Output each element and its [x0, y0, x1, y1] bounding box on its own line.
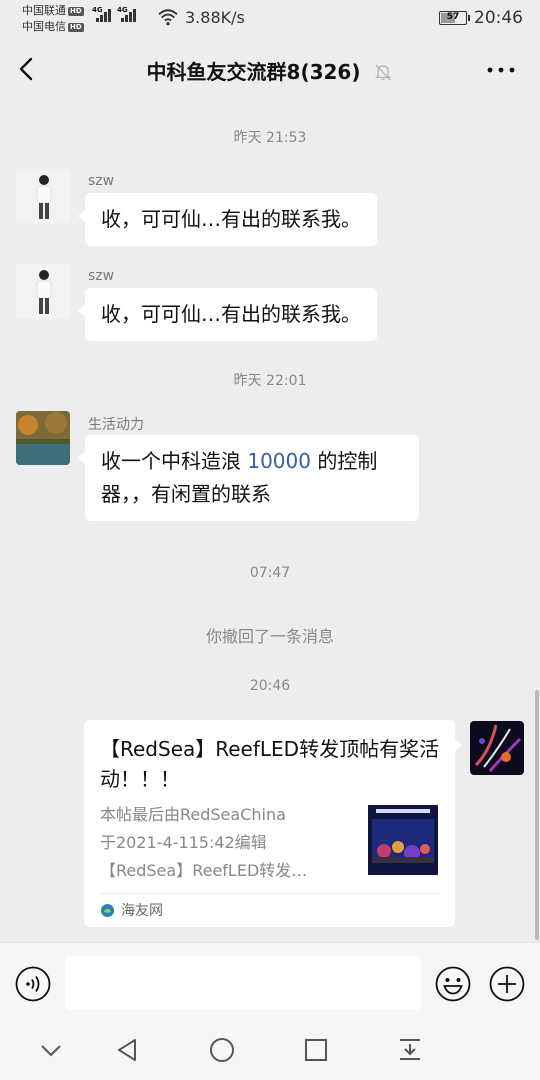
recents-square-icon[interactable]: [303, 1037, 329, 1063]
avatar[interactable]: [16, 411, 70, 465]
message-text-part-a: 收一个中科造浪: [101, 449, 248, 473]
link-card-description: 本帖最后由RedSeaChina 于2021-4-115:42编辑 【RedSe…: [100, 801, 350, 885]
network-type-1: 4G: [92, 6, 103, 14]
message-text: 收，可可仙…有出的联系我。: [101, 207, 361, 231]
message-bubble[interactable]: 收，可可仙…有出的联系我。: [78, 288, 377, 341]
carrier-1: 中国联通: [22, 4, 66, 17]
link-card-thumbnail: [368, 805, 438, 875]
link-card-source-name: 海友网: [121, 903, 163, 919]
network-speed: 3.88K/s: [185, 8, 245, 27]
divider: [100, 893, 441, 894]
back-triangle-icon[interactable]: [115, 1037, 141, 1063]
link-card-title: 【RedSea】ReefLED转发顶帖有奖活动！！！: [100, 737, 440, 791]
status-bar: 中国联通 HD 中国电信 HD 4G 4G 3.88K/s 57 20:46: [0, 0, 540, 38]
sender-name: szw: [88, 173, 115, 189]
message-bubble[interactable]: 收一个中科造浪 10000 的控制器，，有闲置的联系: [78, 435, 419, 521]
signal-1-icon: 4G: [92, 6, 111, 22]
plus-circle-icon[interactable]: [489, 966, 525, 1002]
message-list[interactable]: 昨天 21:53 szw 收，可可仙…有出的联系我。 szw 收，可可仙…有出的…: [0, 100, 540, 942]
more-dots-icon[interactable]: [486, 66, 516, 74]
chevron-down-icon[interactable]: [38, 1037, 64, 1063]
timestamp: 昨天 22:01: [233, 373, 307, 389]
input-bar: [0, 942, 540, 1027]
status-time: 20:46: [474, 8, 523, 28]
hd-badge: HD: [68, 6, 84, 16]
link-card-source: 海友网: [100, 900, 163, 920]
message-text: 收，可可仙…有出的联系我。: [101, 302, 361, 326]
notification-pull-icon[interactable]: [397, 1037, 423, 1063]
phone-number-link[interactable]: 10000: [247, 449, 311, 473]
timestamp: 20:46: [249, 678, 291, 694]
signal-2-icon: 4G: [117, 6, 136, 22]
message-bubble[interactable]: 收，可可仙…有出的联系我。: [78, 193, 377, 246]
my-avatar[interactable]: [470, 721, 524, 775]
hd-badge: HD: [68, 22, 84, 32]
avatar[interactable]: [16, 264, 70, 318]
chat-title-wrap[interactable]: 中科鱼友交流群8(326): [0, 56, 540, 85]
home-circle-icon[interactable]: [209, 1037, 235, 1063]
battery-icon: 57: [439, 11, 470, 25]
battery-level: 57: [446, 12, 460, 22]
timestamp: 07:47: [249, 565, 291, 581]
site-logo-icon: [100, 903, 115, 917]
carrier-info: 中国联通 HD 中国电信 HD: [22, 3, 84, 35]
voice-icon[interactable]: [15, 966, 51, 1002]
chat-header: 中科鱼友交流群8(326): [0, 38, 540, 100]
scrollbar[interactable]: [535, 690, 539, 940]
chat-title: 中科鱼友交流群8(326): [146, 60, 361, 84]
carrier-2: 中国电信: [22, 20, 66, 33]
message-input[interactable]: [65, 956, 421, 1010]
sender-name: 生活动力: [88, 417, 144, 433]
bell-off-icon: [375, 64, 392, 81]
link-card-desc-line: 于2021-4-115:42编辑: [100, 833, 267, 852]
avatar[interactable]: [16, 169, 70, 223]
network-type-2: 4G: [117, 6, 128, 14]
wifi-icon: [158, 9, 178, 26]
sender-name: szw: [88, 268, 115, 284]
link-card-desc-line: 【RedSea】ReefLED转发…: [100, 861, 308, 880]
timestamp: 昨天 21:53: [233, 130, 307, 146]
link-card-desc-line: 本帖最后由RedSeaChina: [100, 805, 286, 824]
emoji-icon[interactable]: [435, 966, 471, 1002]
link-card[interactable]: 【RedSea】ReefLED转发顶帖有奖活动！！！ 本帖最后由RedSeaCh…: [84, 720, 462, 927]
system-nav-bar: [0, 1027, 540, 1080]
signal-icon: 4G 4G: [92, 6, 136, 22]
recall-notice: 你撤回了一条消息: [205, 627, 334, 646]
